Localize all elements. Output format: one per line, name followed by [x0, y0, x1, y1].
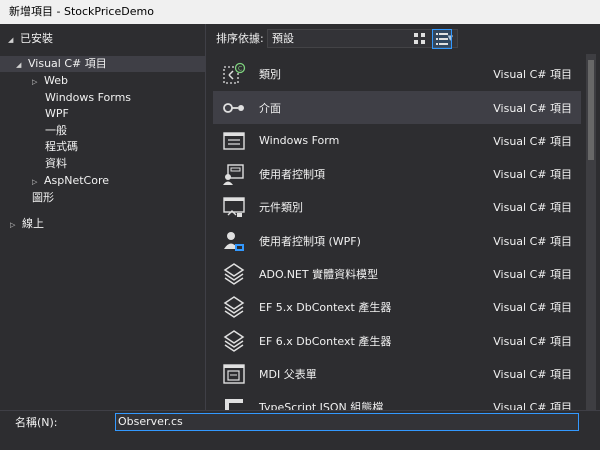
expanded-arrow-icon[interactable]: ◢: [8, 32, 20, 48]
template-language: Visual C# 項目: [493, 167, 572, 181]
template-item-typescript-json[interactable]: TypeScript JSON 組態檔 Visual C# 項目: [213, 390, 581, 410]
template-name: 介面: [259, 101, 281, 115]
name-label: 名稱(N):: [15, 416, 58, 429]
template-item-user-control-wpf[interactable]: 使用者控制項 (WPF) Visual C# 項目: [213, 224, 581, 257]
collapsed-arrow-icon[interactable]: ▷: [32, 74, 44, 90]
entity-model-icon: [221, 261, 247, 287]
tree-item-installed[interactable]: ◢ 已安裝: [8, 31, 53, 47]
class-icon: C: [221, 61, 247, 87]
template-language: Visual C# 項目: [493, 134, 572, 148]
windows-form-icon: [221, 128, 247, 154]
tree-item-general[interactable]: 一般: [45, 123, 67, 139]
name-input[interactable]: Observer.cs: [115, 413, 579, 431]
tree-item-label: Windows Forms: [45, 91, 132, 104]
tree-item-online[interactable]: ▷ 線上: [10, 216, 44, 232]
grid-view-icon: [414, 33, 425, 44]
template-item-mdi-parent-form[interactable]: MDI 父表單 Visual C# 項目: [213, 357, 581, 390]
template-item-user-control[interactable]: 使用者控制項 Visual C# 項目: [213, 157, 581, 190]
sort-dropdown-value: 預設: [272, 32, 294, 45]
interface-icon: [221, 95, 247, 121]
template-language: Visual C# 項目: [493, 300, 572, 314]
template-item-component-class[interactable]: 元件類別 Visual C# 項目: [213, 190, 581, 223]
template-name: TypeScript JSON 組態檔: [259, 400, 384, 411]
json-config-icon: [221, 394, 247, 410]
template-name: EF 5.x DbContext 產生器: [259, 300, 392, 314]
template-name: EF 6.x DbContext 產生器: [259, 334, 392, 348]
sort-label: 排序依據:: [216, 32, 264, 45]
sort-bar: 排序依據: 預設 ▼: [216, 28, 600, 50]
collapsed-arrow-icon[interactable]: ▷: [10, 217, 22, 233]
template-name: 類別: [259, 67, 281, 81]
expanded-arrow-icon[interactable]: ◢: [16, 57, 28, 73]
template-language: Visual C# 項目: [493, 67, 572, 81]
tree-item-label: 圖形: [32, 191, 54, 204]
svg-text:C: C: [238, 65, 242, 72]
tree-item-label: 一般: [45, 124, 67, 137]
tree-item-label: 資料: [45, 157, 67, 170]
template-tree: ◢ 已安裝 ◢ Visual C# 項目 ▷ Web Windows Forms WP…: [0, 24, 206, 410]
template-item-entity-model[interactable]: ADO.NET 實體資料模型 Visual C# 項目: [213, 257, 581, 290]
template-language: Visual C# 項目: [493, 334, 572, 348]
tree-item-label: AspNetCore: [44, 174, 110, 187]
template-language: Visual C# 項目: [493, 267, 572, 281]
template-name: 元件類別: [259, 200, 303, 214]
template-item-interface[interactable]: 介面 Visual C# 項目: [213, 91, 581, 124]
template-name: 使用者控制項 (WPF): [259, 234, 361, 248]
user-control-wpf-icon: [221, 228, 247, 254]
template-item-windows-form[interactable]: Windows Form Visual C# 項目: [213, 124, 581, 157]
template-name: 使用者控制項: [259, 167, 325, 181]
scroll-thumb[interactable]: [588, 60, 594, 160]
small-icons-view-button[interactable]: [410, 29, 430, 49]
window-title: 新增項目 - StockPriceDemo: [0, 0, 600, 24]
template-language: Visual C# 項目: [493, 200, 572, 214]
tree-item-graphics[interactable]: 圖形: [32, 190, 54, 206]
tree-item-data[interactable]: 資料: [45, 156, 67, 172]
template-item-class[interactable]: C 類別 Visual C# 項目: [213, 57, 581, 90]
tree-item-wpf[interactable]: WPF: [45, 106, 69, 122]
mdi-parent-form-icon: [221, 361, 247, 387]
template-name: ADO.NET 實體資料模型: [259, 267, 379, 281]
template-language: Visual C# 項目: [493, 400, 572, 411]
dbcontext-generator-icon: [221, 294, 247, 320]
tree-item-code[interactable]: 程式碼: [45, 139, 78, 155]
tree-item-label: Visual C# 項目: [28, 57, 107, 70]
template-name: Windows Form: [259, 134, 340, 147]
template-language: Visual C# 項目: [493, 234, 572, 248]
template-language: Visual C# 項目: [493, 367, 572, 381]
user-control-icon: [221, 161, 247, 187]
tree-item-label: 已安裝: [20, 32, 53, 45]
template-item-ef5-dbcontext[interactable]: EF 5.x DbContext 產生器 Visual C# 項目: [213, 290, 581, 323]
template-list: C 類別 Visual C# 項目 介面 Visual C# 項目 Window…: [213, 54, 585, 410]
tree-item-web[interactable]: ▷ Web: [32, 73, 68, 89]
list-view-button[interactable]: [432, 29, 452, 49]
tree-item-aspnetcore[interactable]: ▷ AspNetCore: [32, 173, 109, 189]
component-class-icon: [221, 194, 247, 220]
tree-item-label: 程式碼: [45, 140, 78, 153]
tree-item-label: Web: [44, 74, 68, 87]
tree-item-visual-csharp[interactable]: ◢ Visual C# 項目: [0, 56, 205, 72]
tree-item-label: 線上: [22, 217, 44, 230]
template-name: MDI 父表單: [259, 367, 317, 381]
tree-item-windows-forms[interactable]: Windows Forms: [45, 90, 131, 106]
collapsed-arrow-icon[interactable]: ▷: [32, 174, 44, 190]
tree-item-label: WPF: [45, 107, 69, 120]
name-bar: 名稱(N): Observer.cs: [0, 410, 600, 450]
template-item-ef6-dbcontext[interactable]: EF 6.x DbContext 產生器 Visual C# 項目: [213, 324, 581, 357]
template-language: Visual C# 項目: [493, 101, 572, 115]
template-list-scrollbar[interactable]: [586, 54, 596, 410]
list-view-icon: [436, 33, 448, 45]
dbcontext-generator-icon: [221, 328, 247, 354]
